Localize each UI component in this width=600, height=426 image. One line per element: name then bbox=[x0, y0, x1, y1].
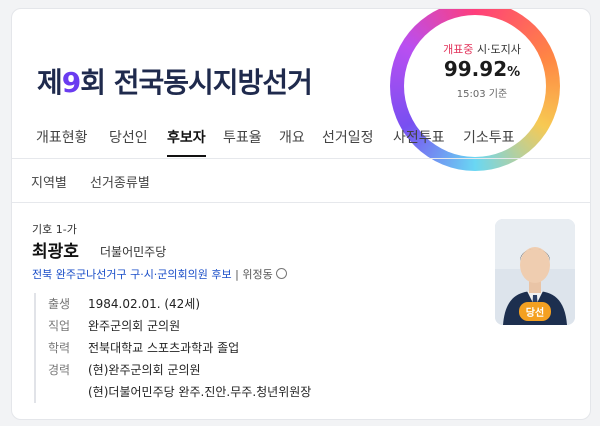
tab-candidates[interactable]: 후보자 bbox=[167, 127, 206, 157]
candidate-election: 전북 완주군나선거구 구·시·군의회의원 후보 | 위정동 bbox=[32, 266, 287, 282]
title-prefix: 제 bbox=[37, 66, 63, 99]
candidate-party[interactable]: 더불어민주당 bbox=[100, 243, 166, 260]
info-value: (현)더불어민주당 완주.진안.무주.청년위원장 bbox=[88, 385, 312, 399]
gauge-status: 개표중 bbox=[443, 43, 474, 56]
main-tabs: 개표현황 당선인 후보자 투표율 개요 선거일정 사전투표 기소투표 bbox=[12, 118, 590, 159]
info-row-education: 학력 전북대학교 스포츠과학과 졸업 bbox=[48, 337, 311, 359]
info-key: 출생 bbox=[48, 297, 71, 311]
tab-count-status[interactable]: 개표현황 bbox=[36, 127, 88, 147]
subtab-election-type[interactable]: 선거종류별 bbox=[90, 172, 150, 191]
tab-schedule[interactable]: 선거일정 bbox=[322, 127, 374, 147]
sub-tabs: 지역별 선거종류별 bbox=[12, 159, 590, 203]
info-value: 1984.02.01. (42세) bbox=[88, 297, 201, 311]
gauge-number: 99.92 bbox=[443, 57, 508, 81]
gauge-time: 15:03 기준 bbox=[456, 89, 508, 100]
info-row-birth: 출생 1984.02.01. (42세) bbox=[48, 293, 311, 315]
title-number: 9 bbox=[61, 66, 82, 99]
tab-turnout[interactable]: 투표율 bbox=[223, 127, 262, 147]
badge-text: 당선 bbox=[518, 302, 552, 321]
subtab-region[interactable]: 지역별 bbox=[31, 172, 67, 191]
title-suffix: 회 전국동시지방선거 bbox=[80, 66, 313, 99]
candidate-number: 기호 1-가 bbox=[32, 223, 77, 236]
info-key: 학력 bbox=[48, 341, 71, 355]
extra-label: | 위정동 bbox=[235, 268, 273, 281]
info-key: 경력 bbox=[48, 363, 71, 377]
info-value: (현)완주군의회 군의원 bbox=[88, 363, 201, 377]
gauge-label: 개표중 시·도지사 bbox=[430, 41, 534, 57]
candidate-name[interactable]: 최광호 bbox=[32, 237, 79, 262]
info-value: 완주군의회 군의원 bbox=[88, 319, 181, 333]
candidate-info: 출생 1984.02.01. (42세) 직업 완주군의회 군의원 학력 전북대학교 … bbox=[34, 293, 311, 403]
elected-badge: 당선 bbox=[495, 301, 575, 321]
tab-prosecution-vote[interactable]: 기소투표 bbox=[463, 127, 515, 147]
gauge-category: 시·도지사 bbox=[476, 43, 521, 56]
circle-icon[interactable] bbox=[275, 268, 287, 279]
info-row-career: 경력 (현)완주군의회 군의원 (현)더불어민주당 완주.진안.무주.청년위원장 bbox=[48, 359, 311, 403]
candidate-photo[interactable]: 당선 bbox=[495, 219, 575, 325]
counting-gauge: 개표중 시·도지사 99.92% 15:03 기준 bbox=[430, 41, 534, 100]
tab-overview[interactable]: 개요 bbox=[279, 127, 305, 147]
election-banner: 제9회 전국동시지방선거 개표중 시·도지사 99.92% 15:03 기준 bbox=[12, 9, 590, 171]
info-value: 전북대학교 스포츠과학과 졸업 bbox=[88, 341, 240, 355]
election-title: 제9회 전국동시지방선거 bbox=[37, 61, 313, 101]
election-card: 제9회 전국동시지방선거 개표중 시·도지사 99.92% 15:03 기준 개… bbox=[11, 8, 591, 420]
gauge-value: 99.92% bbox=[430, 57, 534, 85]
info-key: 직업 bbox=[48, 319, 71, 333]
tab-winners[interactable]: 당선인 bbox=[109, 127, 148, 147]
tab-early-vote[interactable]: 사전투표 bbox=[393, 127, 445, 147]
info-row-job: 직업 완주군의회 군의원 bbox=[48, 315, 311, 337]
gauge-unit: % bbox=[507, 65, 521, 80]
election-link[interactable]: 전북 완주군나선거구 구·시·군의회의원 후보 bbox=[32, 268, 232, 281]
